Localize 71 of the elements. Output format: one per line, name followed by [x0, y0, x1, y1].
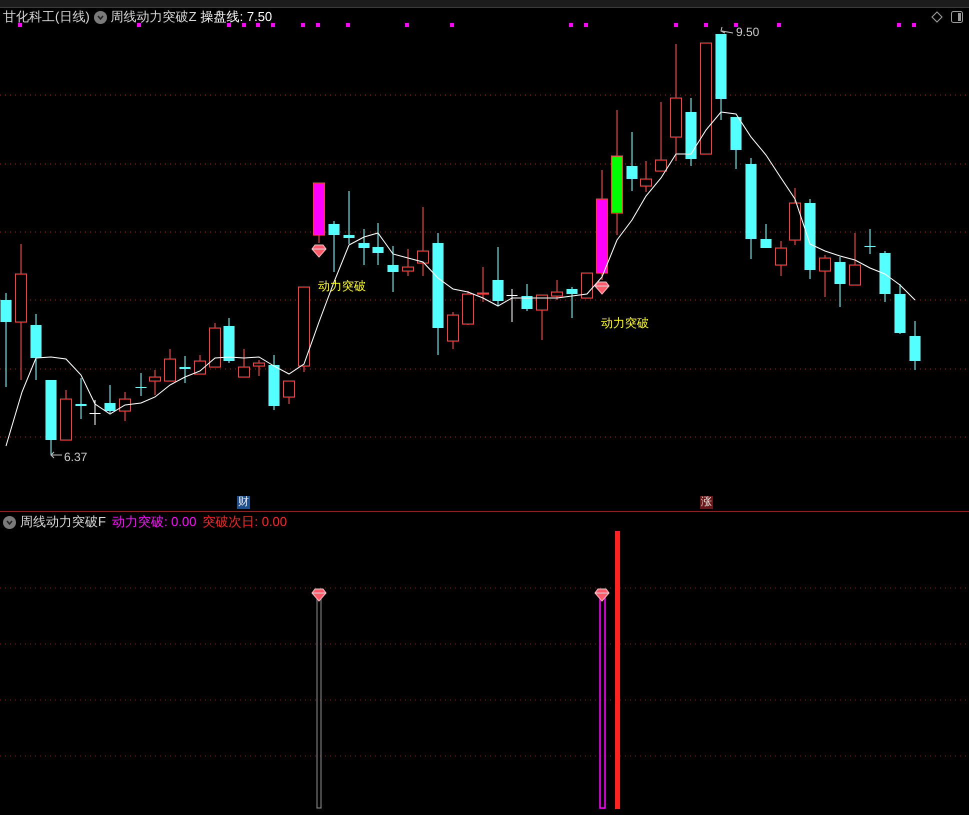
- candlestick: [149, 370, 161, 396]
- candlestick: [328, 220, 340, 272]
- gem-icon: [594, 282, 610, 295]
- candlestick: [90, 400, 100, 426]
- gem-icon: [311, 244, 327, 258]
- signal-label: 动力突破: [601, 316, 649, 330]
- indicator-value: 动力突破: 0.00: [112, 514, 196, 530]
- candlestick: [655, 102, 667, 172]
- candlestick: [238, 348, 250, 378]
- candlestick: [626, 132, 638, 192]
- candlestick: [522, 284, 532, 312]
- panel-toggle-icon[interactable]: [951, 11, 963, 23]
- candlestick: [268, 354, 280, 410]
- candlestick: [760, 224, 772, 248]
- indicator-value: 操盘线: 7.50: [200, 9, 272, 25]
- indicator-value: 突破次日: 0.00: [202, 514, 288, 530]
- high-price-label: 9.50: [736, 25, 760, 39]
- stock-title: 甘化科工(日线): [3, 9, 90, 25]
- candlestick: [864, 228, 876, 254]
- candlestick: [880, 250, 890, 302]
- candlestick: [686, 98, 696, 166]
- candlestick: [581, 272, 593, 298]
- candlestick: [462, 290, 474, 326]
- diamond-icon[interactable]: [931, 11, 943, 23]
- candlestick: [224, 318, 234, 364]
- candlestick: [849, 232, 861, 286]
- candlestick: [164, 348, 176, 382]
- low-price-label: 6.37: [64, 450, 88, 464]
- candlestick: [372, 222, 384, 266]
- candlestick: [894, 284, 906, 334]
- candlestick: [417, 206, 429, 276]
- candlestick: [775, 240, 787, 276]
- candlestick: [492, 246, 504, 306]
- candlestick: [313, 182, 325, 244]
- candlestick: [536, 294, 548, 340]
- arrow-icon: [720, 26, 734, 34]
- candlestick: [76, 378, 86, 420]
- candlestick: [194, 354, 206, 374]
- indicator-name: 周线动力突破F: [20, 514, 106, 530]
- candlestick: [283, 380, 295, 404]
- candlestick: [640, 160, 652, 192]
- collapse-icon[interactable]: [3, 516, 16, 528]
- arrow-icon: [50, 452, 62, 458]
- indicator-name: 周线动力突破Z: [110, 9, 197, 25]
- candlestick: [402, 248, 414, 276]
- candlestick: [789, 188, 801, 246]
- candlestick: [358, 228, 370, 266]
- candlestick: [730, 116, 742, 170]
- candlestick: [834, 256, 846, 308]
- candlestick: [819, 254, 831, 298]
- gem-icon: [594, 588, 610, 602]
- gem-icon: [311, 588, 327, 602]
- candlestick: [910, 320, 920, 370]
- candlestick: [209, 322, 221, 368]
- candlestick: [30, 314, 42, 380]
- collapse-icon[interactable]: [94, 10, 107, 24]
- candlestick: [447, 312, 459, 350]
- candlestick: [388, 246, 398, 292]
- candlestick: [60, 390, 72, 440]
- candlestick: [477, 266, 489, 302]
- candlestick: [506, 288, 518, 322]
- event-tag: 涨: [700, 496, 713, 509]
- event-tag: 财: [237, 496, 250, 509]
- candlestick: [136, 372, 146, 396]
- candlestick: [344, 190, 354, 244]
- candlestick: [180, 356, 190, 384]
- candlestick: [104, 384, 116, 414]
- candlestick: [253, 360, 265, 376]
- candlestick: [551, 280, 563, 300]
- candlestick: [566, 286, 578, 318]
- candlestick: [119, 392, 131, 422]
